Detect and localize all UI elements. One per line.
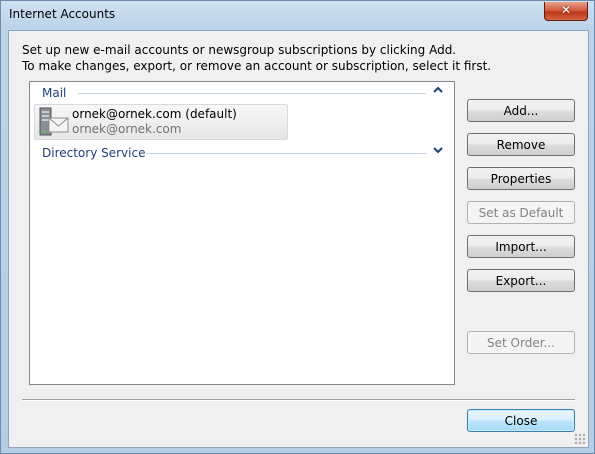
window-close-button[interactable]: ✕ [544,2,588,21]
group-label-directory-service: Directory Service [42,146,150,160]
properties-button[interactable]: Properties [467,167,575,190]
group-divider [146,153,426,154]
export-button[interactable]: Export... [467,269,575,292]
close-icon: ✕ [560,3,572,17]
title-bar[interactable]: Internet Accounts ✕ [1,1,594,29]
dialog-body: Set up new e-mail accounts or newsgroup … [8,30,589,448]
chevron-up-icon[interactable] [432,85,444,99]
divider [22,399,575,401]
internet-accounts-window: Internet Accounts ✕ Set up new e-mail ac… [0,0,595,454]
set-order-button[interactable]: Set Order... [467,331,575,354]
instruction-line-2: To make changes, export, or remove an ac… [22,59,492,73]
import-button[interactable]: Import... [467,235,575,258]
window-title: Internet Accounts [9,7,116,21]
group-header-directory-service[interactable]: Directory Service [42,146,444,160]
account-detail: ornek@ornek.com [72,122,182,136]
group-header-mail[interactable]: Mail [42,86,444,100]
add-button[interactable]: Add... [467,99,575,122]
remove-button[interactable]: Remove [467,133,575,156]
accounts-list[interactable]: Mail ornek@ornek.com (default) ornek@orn… [29,81,455,385]
group-label-mail: Mail [42,86,71,100]
instructions: Set up new e-mail accounts or newsgroup … [22,42,491,74]
mail-server-icon [38,106,70,138]
instruction-line-1: Set up new e-mail accounts or newsgroup … [22,43,457,57]
group-divider [78,93,426,94]
set-as-default-button[interactable]: Set as Default [467,201,575,224]
account-name: ornek@ornek.com (default) [72,107,237,121]
chevron-down-icon[interactable] [432,145,444,159]
close-button[interactable]: Close [467,409,575,432]
account-item[interactable]: ornek@ornek.com (default) ornek@ornek.co… [34,104,288,140]
resize-grip[interactable] [574,433,586,445]
